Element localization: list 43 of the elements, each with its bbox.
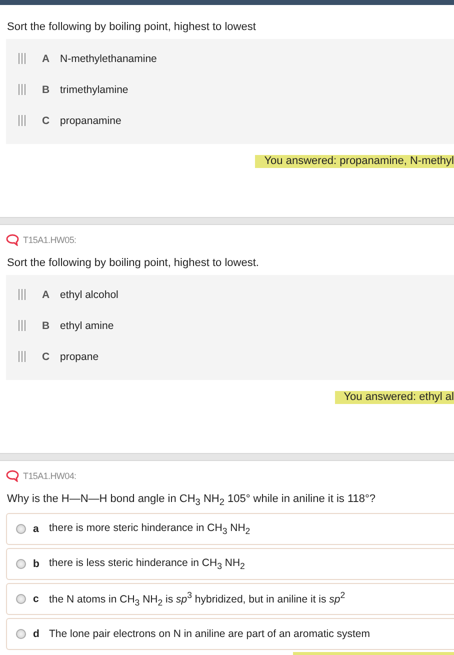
radio-button[interactable] [16,629,26,640]
answer-option[interactable]: c the N atoms in CH$_{3}$ NH$_{2}$ is sp$^{3}$ hybridized, but in aniline it is sp$^{2}$ [6,583,454,616]
answer-option[interactable]: d The lone pair electrons on N in aniline are part of an aromatic system [6,618,454,650]
answer-option[interactable]: a there is more steric hinderance in CH$_{3}$ NH$_{2}$ [6,513,454,546]
question-id: T15A1.HW04: [23,471,76,481]
drag-handle-icon[interactable] [18,115,26,126]
option-letter: A [42,52,51,64]
drag-handle-icon[interactable] [18,351,26,362]
option-letter: C [42,350,51,362]
answer-option[interactable]: b there is less steric hinderance in CH$_{3}$ NH$_{2}$ [6,548,454,580]
answer-banner: You answered: propanamine, N-methyl [255,155,454,168]
option-letter: c [33,593,40,606]
option-text[interactable]: ethyl amine [60,320,114,332]
option-letter: b [33,558,40,570]
question-text: Sort the following by boiling point, highest to lowest [7,21,257,33]
answer-banner: You answered: ethyl al [334,391,454,404]
question-id: T15A1.HW05: [23,235,76,245]
drag-handle-icon[interactable] [18,53,26,64]
option-text: The lone pair electrons on N in aniline are part of an aromatic system [49,628,370,640]
drag-handle-icon[interactable] [18,289,26,300]
option-text[interactable]: N-methylethanamine [60,52,157,64]
option-text: there is more steric hinderance in CH$_{3}$ NH$_{2}$ [49,522,250,536]
option-letter: a [33,523,40,536]
option-text[interactable]: propane [60,350,99,362]
option-text: the N atoms in CH$_{3}$ NH$_{2}$ is sp$^{3}$ hybridized, but in aniline it is sp$^{2}$ [49,590,346,608]
comment-icon[interactable] [6,470,19,482]
radio-button[interactable] [16,594,26,604]
question-text: Sort the following by boiling point, highest to lowest. [7,257,260,269]
question-text: Why is the H—N—H bond angle in CH$_{3}$ NH$_{2}$ 105° while in aniline it is 118°? [7,493,377,508]
option-text[interactable]: ethyl alcohol [60,288,118,300]
option-text: there is less steric hinderance in CH$_{3}$ NH$_{2}$ [49,557,245,572]
option-letter: d [33,628,40,640]
option-letter: C [42,114,51,126]
option-text[interactable]: propanamine [60,114,122,126]
drag-handle-icon[interactable] [18,320,26,331]
radio-button[interactable] [16,559,26,570]
option-letter: B [42,320,51,332]
drag-handle-icon[interactable] [18,84,26,95]
option-letter: B [42,84,51,96]
option-letter: A [42,288,51,300]
radio-button[interactable] [16,524,26,534]
comment-icon[interactable] [6,234,19,246]
option-text[interactable]: trimethylamine [60,84,128,96]
